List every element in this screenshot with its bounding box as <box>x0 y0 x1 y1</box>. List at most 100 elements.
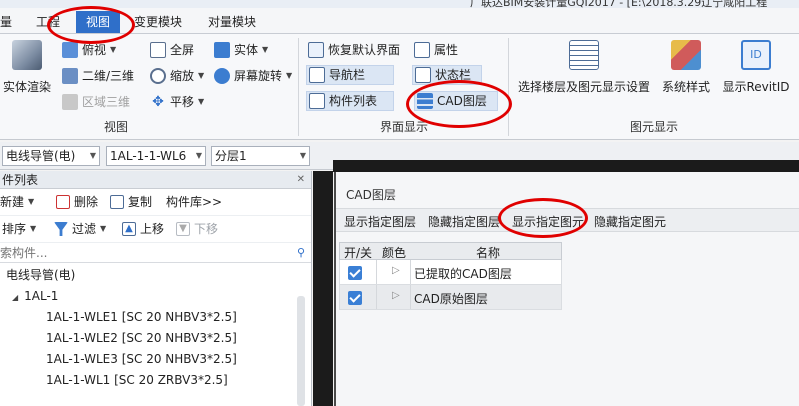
chevron-down-icon: ▼ <box>110 45 117 54</box>
cad-panel-title: CAD图层 <box>346 188 396 202</box>
tree-root[interactable]: 电线导管(电) <box>6 265 75 285</box>
pan-label: 平移 <box>170 95 195 109</box>
viewport-strip-top <box>333 160 799 172</box>
magnifier-icon <box>150 68 166 84</box>
zoom-button[interactable]: 缩放 ▼ <box>150 66 204 86</box>
table-header: 开/关 颜色 名称 <box>339 242 562 260</box>
view-2d3d-button[interactable]: 二维/三维 <box>62 66 134 86</box>
tab-view[interactable]: 视图 <box>76 11 121 33</box>
tree-item[interactable]: 1AL-1-WLE3 [SC 20 NHBV3*2.5] <box>46 349 237 369</box>
area-3d-label: 区域三维 <box>82 95 131 109</box>
component-search-input[interactable] <box>0 245 290 261</box>
menu-bar: 量 工程 视图 变更模块 对量模块 <box>0 8 799 34</box>
tree-item[interactable]: 1AL-1-WLE1 [SC 20 NHBV3*2.5] <box>46 307 237 327</box>
component-list-title: 件列表 <box>2 173 39 187</box>
layer-name: CAD原始图层 <box>414 292 488 306</box>
sort-label: 排序 <box>2 222 27 236</box>
move-down-label: 下移 <box>194 222 219 236</box>
tab-project[interactable]: 工程 <box>36 12 60 32</box>
top-view-label: 俯视 <box>82 43 107 57</box>
arrow-up-icon: ▲ <box>122 222 136 236</box>
sort-button[interactable]: 排序 ▼ <box>2 220 36 238</box>
show-element-button[interactable]: 显示指定图元 <box>512 213 584 230</box>
cad-layer-button[interactable]: CAD图层 <box>414 91 498 111</box>
col-color: 颜色 <box>382 246 407 260</box>
floor-display-settings-button[interactable]: 选择楼层及图元显示设置 <box>514 40 654 95</box>
title-bar: 广联达BIM安装计量GQI2017 - [E:\2018.3.29辽宁咸阳工程 <box>0 0 799 8</box>
view-group-label: 视图 <box>104 120 129 134</box>
new-button[interactable]: 新建 ▼ <box>0 193 34 211</box>
top-view-button[interactable]: 俯视 ▼ <box>62 40 116 60</box>
table-row[interactable]: ▷ 已提取的CAD图层 <box>339 260 562 285</box>
arrow-down-icon: ▼ <box>176 222 190 236</box>
layer-toggle-checkbox[interactable] <box>348 266 362 280</box>
floor-display-label: 选择楼层及图元显示设置 <box>517 80 650 94</box>
new-label: 新建 <box>0 195 25 209</box>
close-icon[interactable]: ✕ <box>297 171 305 189</box>
hide-element-button[interactable]: 隐藏指定图元 <box>594 213 666 230</box>
type-select[interactable]: 电线导管(电) ▼ <box>2 146 100 166</box>
ui-group-label: 界面显示 <box>380 120 429 134</box>
area-3d-button[interactable]: 区域三维 <box>62 92 130 112</box>
chevron-down-icon: ▼ <box>262 45 269 54</box>
component-library-button[interactable]: 构件库>> <box>166 193 222 211</box>
component-list-label: 构件列表 <box>329 94 378 108</box>
solid-render-button[interactable]: 实体渲染 <box>2 40 52 95</box>
chevron-down-icon: ▼ <box>100 224 107 233</box>
system-style-label: 系统样式 <box>661 80 710 94</box>
filter-button[interactable]: 过滤 ▼ <box>54 220 106 238</box>
cad-layer-table: 开/关 颜色 名称 ▷ 已提取的CAD图层 ▷ CAD原始图层 <box>339 242 562 310</box>
tab-quantity[interactable]: 量 <box>0 12 12 32</box>
fullscreen-button[interactable]: 全屏 <box>150 40 194 60</box>
cad-action-bar: 显示指定图层 隐藏指定图层 显示指定图元 隐藏指定图元 <box>336 208 799 232</box>
library-label: 构件库>> <box>166 195 223 209</box>
fullscreen-label: 全屏 <box>170 43 195 57</box>
rotate-icon <box>214 68 230 84</box>
tree-item[interactable]: 1AL-1-WL1 [SC 20 ZRBV3*2.5] <box>46 370 228 390</box>
delete-button[interactable]: 删除 <box>56 193 98 211</box>
layer-name: 已提取的CAD图层 <box>414 267 512 281</box>
tab-change-module[interactable]: 变更模块 <box>134 12 182 32</box>
component-list-header: 件列表 ✕ <box>0 171 311 189</box>
component-list-button[interactable]: 构件列表 <box>306 91 394 111</box>
hide-layer-button[interactable]: 隐藏指定图层 <box>428 213 500 230</box>
show-layer-button[interactable]: 显示指定图层 <box>344 213 416 230</box>
properties-label: 属性 <box>434 43 459 57</box>
restore-default-ui-button[interactable]: 恢复默认界面 <box>308 40 400 60</box>
chevron-down-icon: ▼ <box>30 224 37 233</box>
tree-scrollbar[interactable] <box>297 296 305 406</box>
color-swatch-icon[interactable]: ▷ <box>392 290 400 301</box>
tree-group[interactable]: ◢ 1AL-1 <box>12 286 58 306</box>
chevron-down-icon: ▼ <box>198 71 205 80</box>
tab-compare-module[interactable]: 对量模块 <box>208 12 256 32</box>
color-swatch-icon[interactable]: ▷ <box>392 265 400 276</box>
grid-settings-icon <box>569 40 599 70</box>
pan-button[interactable]: ✥ 平移 ▼ <box>150 92 204 112</box>
chevron-down-icon: ▼ <box>286 71 293 80</box>
solid-button[interactable]: 实体 ▼ <box>214 40 268 60</box>
restore-label: 恢复默认界面 <box>328 43 401 57</box>
statusbar-button[interactable]: 状态栏 <box>412 65 482 85</box>
system-style-button[interactable]: 系统样式 <box>658 40 714 95</box>
delete-icon <box>56 195 70 209</box>
cad-layer-panel: CAD图层 显示指定图层 隐藏指定图层 显示指定图元 隐藏指定图元 开/关 颜色… <box>334 172 799 406</box>
navbar-button[interactable]: 导航栏 <box>306 65 394 85</box>
layer-select[interactable]: 分层1 ▼ <box>211 146 310 166</box>
collapse-arrow-icon[interactable]: ◢ <box>12 293 18 302</box>
table-row[interactable]: ▷ CAD原始图层 <box>339 285 562 310</box>
search-icon[interactable]: ⚲ <box>297 246 305 259</box>
column-divider <box>410 285 411 309</box>
copy-button[interactable]: 复制 <box>110 193 152 211</box>
component-select[interactable]: 1AL-1-1-WL6 ▼ <box>106 146 206 166</box>
layer-toggle-checkbox[interactable] <box>348 291 362 305</box>
properties-button[interactable]: 属性 <box>414 40 458 60</box>
chevron-down-icon: ▼ <box>198 97 205 106</box>
screen-rotate-button[interactable]: 屏幕旋转 ▼ <box>214 66 292 86</box>
show-revit-id-button[interactable]: ID 显示RevitID <box>718 40 794 95</box>
column-divider <box>410 260 411 284</box>
move-down-button[interactable]: ▼ 下移 <box>176 220 218 238</box>
filter-label: 过滤 <box>72 222 97 236</box>
component-toolbar-1: 新建 ▼ 删除 复制 构件库>> <box>0 189 311 216</box>
move-up-button[interactable]: ▲ 上移 <box>122 220 164 238</box>
tree-item[interactable]: 1AL-1-WLE2 [SC 20 NHBV3*2.5] <box>46 328 237 348</box>
